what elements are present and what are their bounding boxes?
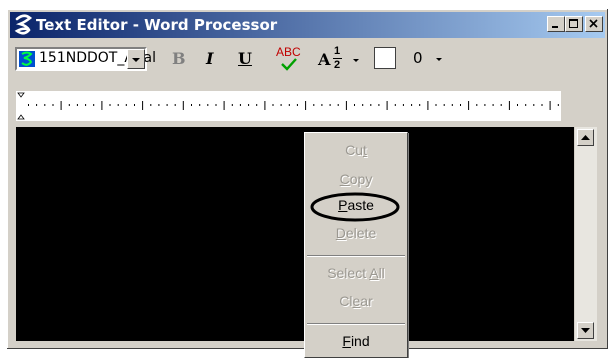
- formatting-toolbar: 151NDDOT_Arial B I U ABC A 1 2 0: [10, 41, 605, 77]
- menu-item-label-part: Cl: [339, 293, 353, 309]
- vertical-scrollbar[interactable]: [574, 127, 597, 341]
- menu-item-cut[interactable]: Cut: [305, 142, 407, 158]
- context-menu: Cut Copy Paste Delete Select All Clear F…: [304, 132, 408, 358]
- menu-item-label-part: t: [363, 142, 367, 158]
- menu-item-clear[interactable]: Clear: [305, 293, 407, 309]
- paste-highlight-ellipse: [310, 192, 400, 222]
- scroll-up-button[interactable]: [577, 129, 594, 146]
- menu-item-label-part: ar: [360, 293, 373, 309]
- menu-item-label-part: C: [339, 171, 350, 187]
- menu-item-label-part: D: [335, 225, 346, 241]
- minimize-button[interactable]: [547, 16, 565, 32]
- font-type-icon: [19, 51, 35, 67]
- title-bar[interactable]: Text Editor - Word Processor: [10, 12, 605, 38]
- menu-item-find[interactable]: Find: [305, 333, 407, 349]
- menu-item-label-part: F: [342, 333, 351, 349]
- window-controls: [547, 16, 603, 32]
- color-value: 0: [413, 49, 423, 67]
- menu-item-label-part: ll: [378, 265, 385, 281]
- app-icon: [14, 14, 33, 35]
- fraction-denominator: 2: [334, 59, 341, 71]
- menu-item-label-part: Cu: [345, 142, 363, 158]
- scroll-down-button[interactable]: [577, 322, 594, 339]
- close-button[interactable]: [585, 16, 603, 32]
- fraction-numerator: 1: [334, 45, 341, 57]
- font-select[interactable]: 151NDDOT_Arial: [15, 47, 156, 71]
- menu-item-select-all[interactable]: Select All: [305, 265, 407, 281]
- menu-item-label-part: ind: [350, 333, 370, 349]
- scroll-down-icon: [581, 328, 590, 333]
- menu-item-label-part: opy: [349, 171, 373, 187]
- menu-item-delete[interactable]: Delete: [305, 225, 407, 241]
- menu-item-label-part: elete: [345, 225, 377, 241]
- menu-separator: [307, 323, 405, 325]
- ruler-ticks: [17, 92, 559, 120]
- color-swatch-button[interactable]: [374, 47, 396, 69]
- window-title: Text Editor - Word Processor: [36, 16, 278, 34]
- fraction-letter: A: [318, 50, 331, 69]
- text-editing-area[interactable]: [16, 127, 574, 341]
- text-editor-window: Text Editor - Word Processor 151NDDOT_Ar…: [6, 8, 609, 358]
- fraction-button[interactable]: A 1 2: [316, 45, 362, 73]
- menu-item-label-part: Select: [327, 265, 370, 281]
- scroll-up-icon: [581, 135, 590, 140]
- bold-button[interactable]: B: [172, 49, 186, 68]
- dropdown-arrow-icon: [353, 59, 359, 62]
- minimize-icon: [552, 26, 558, 28]
- italic-button[interactable]: I: [206, 49, 213, 68]
- dropdown-arrow-icon: [132, 58, 140, 62]
- menu-item-copy[interactable]: Copy: [305, 171, 407, 187]
- menu-separator: [307, 255, 405, 257]
- maximize-button[interactable]: [565, 16, 583, 32]
- ruler[interactable]: [16, 91, 561, 121]
- menu-item-label-part: A: [369, 265, 379, 281]
- maximize-icon: [569, 19, 578, 28]
- dropdown-arrow-icon[interactable]: [435, 55, 445, 65]
- underline-button[interactable]: U: [238, 49, 252, 68]
- font-dropdown-button[interactable]: [127, 49, 145, 69]
- close-icon: [589, 19, 598, 28]
- check-mark-icon: [281, 58, 297, 71]
- spell-check-button[interactable]: ABC: [274, 45, 302, 73]
